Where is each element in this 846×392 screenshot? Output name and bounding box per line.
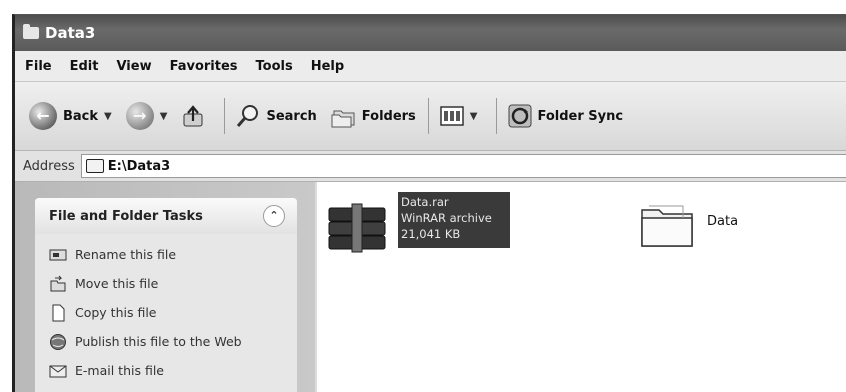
folder-sync-label: Folder Sync [537, 108, 624, 124]
task-publish-web[interactable]: Publish this file to the Web [35, 327, 297, 356]
address-value: E:\Data3 [107, 158, 171, 174]
back-button[interactable]: ← Back ▼ [29, 102, 118, 130]
views-dropdown-icon[interactable]: ▼ [470, 111, 478, 122]
file-type: WinRAR archive [401, 211, 492, 225]
menu-view[interactable]: View [108, 59, 159, 74]
folders-icon [331, 110, 355, 128]
task-label: Move this file [75, 276, 159, 291]
folder-icon[interactable] [639, 198, 695, 250]
search-label: Search [266, 108, 317, 124]
archive-file-selected[interactable]: Data.rar WinRAR archive 21,041 KB [398, 192, 510, 248]
address-label: Address [23, 158, 75, 174]
tasks-list: Rename this file Move this file Copy thi… [35, 234, 297, 385]
file-folder-tasks-box: File and Folder Tasks ⌃ Rename this file… [35, 198, 297, 392]
views-button[interactable]: ▼ [439, 103, 484, 129]
toolbar-separator [495, 98, 497, 134]
task-label: Publish this file to the Web [75, 334, 242, 349]
menu-bar: File Edit View Favorites Tools Help [15, 51, 846, 82]
tasks-header[interactable]: File and Folder Tasks ⌃ [35, 198, 297, 234]
menu-help[interactable]: Help [303, 59, 352, 74]
task-email[interactable]: E-mail this file [35, 356, 297, 385]
file-list: Data.rar WinRAR archive 21,041 KB Data [317, 182, 846, 392]
forward-dropdown-icon[interactable]: ▼ [160, 111, 168, 122]
move-icon [50, 275, 66, 291]
copy-icon [52, 304, 65, 321]
menu-favorites[interactable]: Favorites [162, 59, 246, 74]
folder-sync-icon [508, 104, 531, 128]
folder-name[interactable]: Data [707, 214, 738, 229]
file-size: 21,041 KB [401, 227, 461, 241]
menu-tools[interactable]: Tools [248, 59, 301, 74]
menu-file[interactable]: File [15, 59, 60, 74]
rename-icon [49, 249, 67, 260]
back-arrow-icon: ← [29, 102, 57, 130]
up-folder-button[interactable] [181, 103, 212, 129]
forward-arrow-icon: → [125, 102, 154, 130]
task-pane: File and Folder Tasks ⌃ Rename this file… [15, 182, 315, 392]
back-dropdown-icon[interactable]: ▼ [104, 111, 112, 122]
up-folder-icon [183, 105, 203, 127]
task-label: E-mail this file [75, 363, 164, 378]
address-bar: Address E:\Data3 [15, 151, 846, 182]
explorer-window: Data3 File Edit View Favorites Tools Hel… [12, 14, 846, 392]
folder-sync-button[interactable]: Folder Sync [507, 103, 624, 129]
views-icon [440, 106, 464, 126]
menu-edit[interactable]: Edit [62, 59, 107, 74]
search-button[interactable]: Search [235, 103, 317, 129]
publish-web-icon [50, 333, 66, 350]
task-rename[interactable]: Rename this file [35, 240, 297, 269]
toolbar-separator [224, 98, 226, 134]
toolbar-separator [427, 98, 429, 134]
folders-label: Folders [361, 108, 416, 124]
tasks-title: File and Folder Tasks [49, 208, 203, 224]
folders-button[interactable]: Folders [331, 103, 416, 129]
drive-folder-icon [85, 159, 104, 173]
title-bar[interactable]: Data3 [15, 15, 846, 51]
folder-title-icon [23, 24, 39, 39]
back-label: Back [63, 108, 99, 124]
winrar-archive-icon[interactable] [327, 202, 389, 254]
task-label: Copy this file [75, 305, 157, 320]
task-copy[interactable]: Copy this file [35, 298, 297, 327]
email-icon [49, 365, 67, 377]
task-label: Rename this file [75, 247, 177, 262]
address-input[interactable]: E:\Data3 [80, 154, 846, 178]
forward-button[interactable]: → ▼ [125, 102, 174, 130]
window-title: Data3 [45, 24, 96, 42]
task-move[interactable]: Move this file [35, 269, 297, 298]
collapse-chevron-icon[interactable]: ⌃ [263, 205, 285, 227]
toolbar: ← Back ▼ → ▼ Search Folders ▼ Folder Syn… [15, 82, 846, 151]
search-icon [237, 105, 259, 127]
file-name: Data.rar [401, 195, 449, 209]
